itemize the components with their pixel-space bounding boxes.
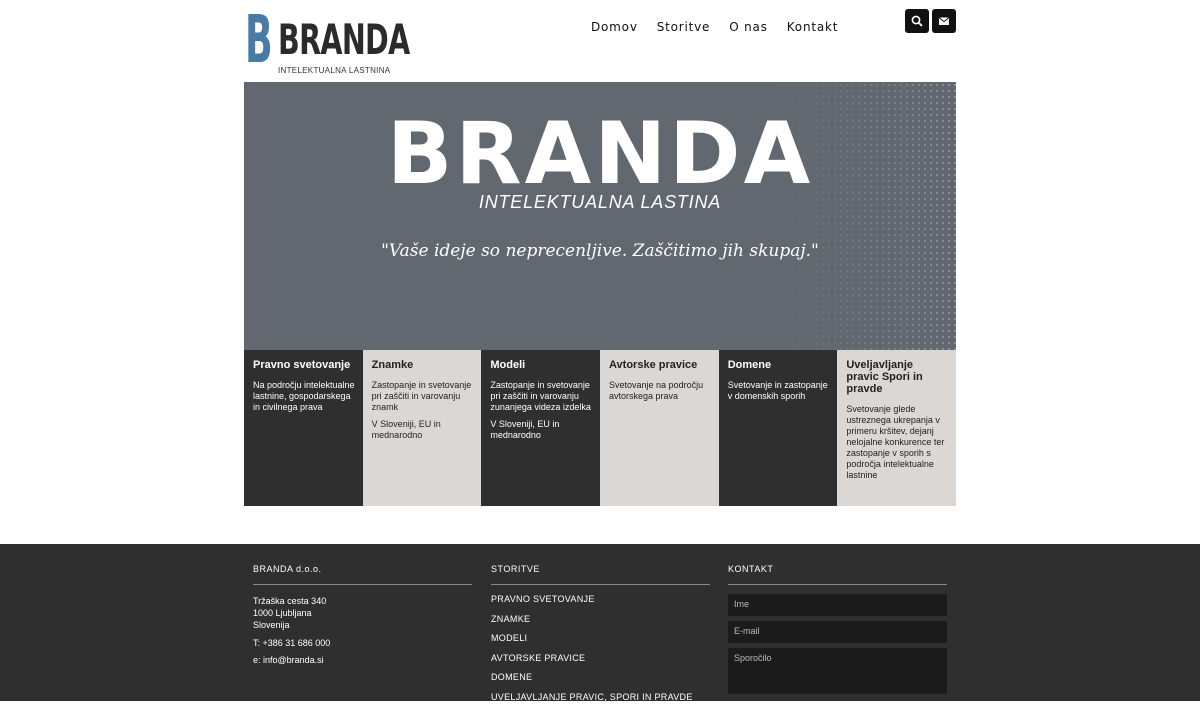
footer-link-avtorske-pravice[interactable]: AVTORSKE PRAVICE [491, 653, 710, 673]
service-card-domene[interactable]: Domene Svetovanje in zastopanje v domens… [719, 350, 838, 506]
logo-name: BRANDA [278, 15, 410, 65]
service-title: Uveljavljanje pravic Spori in pravde [846, 359, 948, 395]
footer-company-column: BRANDA d.o.o. Tržaška cesta 340 1000 Lju… [253, 564, 472, 665]
service-description: Zastopanje in svetovanje pri zaščiti in … [490, 380, 592, 413]
main-nav: Domov Storitve O nas Kontakt [591, 20, 838, 34]
envelope-icon [938, 15, 950, 27]
brand-logo[interactable]: B BRANDA INTELEKTUALNA LASTNINA [245, 5, 385, 77]
site-footer: BRANDA d.o.o. Tržaška cesta 340 1000 Lju… [0, 544, 1200, 701]
hero-subtitle: INTELEKTUALNA LASTINA [244, 192, 956, 213]
hero-banner: BRANDA INTELEKTUALNA LASTINA "Vaše ideje… [244, 82, 956, 350]
footer-contact-column: KONTAKT Ime E-mail Sporočilo [728, 564, 947, 694]
service-card-pravno-svetovanje[interactable]: Pravno svetovanje Na področju intelektua… [244, 350, 363, 506]
search-icon [911, 15, 923, 27]
footer-link-domene[interactable]: DOMENE [491, 672, 710, 692]
footer-contact-heading: KONTAKT [728, 564, 947, 574]
divider [491, 584, 710, 585]
footer-link-pravno-svetovanje[interactable]: PRAVNO SVETOVANJE [491, 594, 710, 614]
nav-item-kontakt[interactable]: Kontakt [787, 20, 839, 34]
nav-item-domov[interactable]: Domov [591, 20, 638, 34]
footer-phone[interactable]: T: +386 31 686 000 [253, 638, 472, 648]
address-city: 1000 Ljubljana [253, 607, 472, 619]
services-grid: Pravno svetovanje Na področju intelektua… [244, 350, 956, 506]
service-card-uveljavljanje-pravic[interactable]: Uveljavljanje pravic Spori in pravde Sve… [837, 350, 956, 506]
service-card-avtorske-pravice[interactable]: Avtorske pravice Svetovanje na področju … [600, 350, 719, 506]
hero-quote: "Vaše ideje so neprecenljive. Zaščitimo … [244, 241, 956, 261]
service-title: Avtorske pravice [609, 359, 711, 371]
name-field[interactable]: Ime [728, 594, 947, 616]
address-street: Tržaška cesta 340 [253, 595, 472, 607]
footer-email[interactable]: e: info@branda.si [253, 655, 472, 665]
footer-services-list: PRAVNO SVETOVANJE ZNAMKE MODELI AVTORSKE… [491, 594, 710, 711]
service-title: Pravno svetovanje [253, 359, 355, 371]
logo-tagline: INTELEKTUALNA LASTNINA [278, 66, 390, 75]
service-description: Svetovanje glede ustreznega ukrepanja v … [846, 404, 948, 481]
service-description: Na področju intelektualne lastnine, gosp… [253, 380, 355, 413]
service-description: Svetovanje in zastopanje v domenskih spo… [728, 380, 830, 402]
footer-services-heading: STORITVE [491, 564, 710, 574]
search-button[interactable] [905, 9, 929, 33]
hero-title: BRANDA [244, 104, 956, 204]
service-title: Domene [728, 359, 830, 371]
address-country: Slovenija [253, 619, 472, 631]
nav-item-o-nas[interactable]: O nas [729, 20, 767, 34]
footer-address: Tržaška cesta 340 1000 Ljubljana Sloveni… [253, 595, 472, 631]
service-scope: V Sloveniji, EU in mednarodno [372, 419, 474, 441]
message-field[interactable]: Sporočilo [728, 648, 947, 694]
service-title: Modeli [490, 359, 592, 371]
footer-services-column: STORITVE PRAVNO SVETOVANJE ZNAMKE MODELI… [491, 564, 710, 711]
divider [253, 584, 472, 585]
service-title: Znamke [372, 359, 474, 371]
contact-mail-button[interactable] [932, 9, 956, 33]
footer-link-modeli[interactable]: MODELI [491, 633, 710, 653]
service-scope: V Sloveniji, EU in mednarodno [490, 419, 592, 441]
divider [728, 584, 947, 585]
footer-link-uveljavljanje-pravic[interactable]: UVELJAVLJANJE PRAVIC, SPORI IN PRAVDE [491, 692, 710, 711]
footer-company-heading: BRANDA d.o.o. [253, 564, 472, 574]
service-description: Zastopanje in svetovanje pri zaščiti in … [372, 380, 474, 413]
nav-item-storitve[interactable]: Storitve [657, 20, 711, 34]
service-card-znamke[interactable]: Znamke Zastopanje in svetovanje pri zašč… [363, 350, 482, 506]
email-field[interactable]: E-mail [728, 621, 947, 643]
logo-letter: B [245, 5, 273, 75]
service-card-modeli[interactable]: Modeli Zastopanje in svetovanje pri zašč… [481, 350, 600, 506]
service-description: Svetovanje na področju avtorskega prava [609, 380, 711, 402]
footer-link-znamke[interactable]: ZNAMKE [491, 614, 710, 634]
